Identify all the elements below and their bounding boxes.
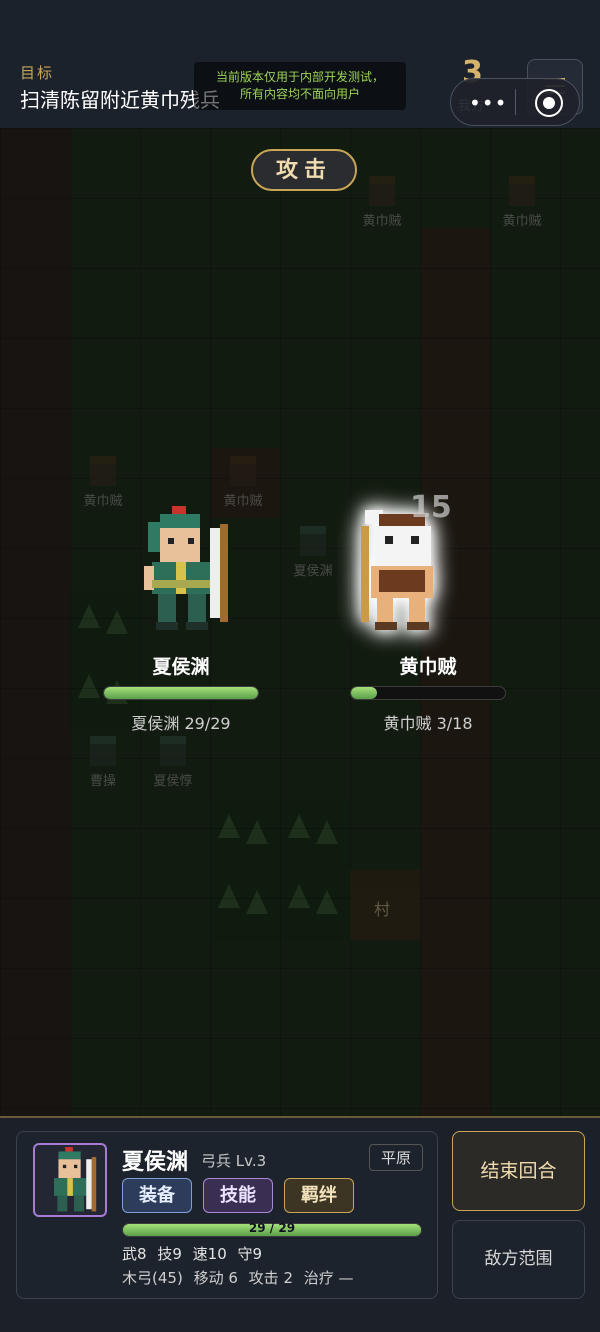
- attacker-hp-fill: [104, 687, 258, 699]
- end-turn-button[interactable]: 结束回合: [452, 1131, 585, 1211]
- info-move: 移动 6: [193, 1269, 238, 1287]
- close-target-icon[interactable]: [535, 89, 563, 117]
- stat-ji: 技9: [157, 1245, 182, 1263]
- bond-button[interactable]: 羁绊: [284, 1178, 354, 1213]
- unit-portrait[interactable]: [33, 1143, 107, 1217]
- enemy-range-button[interactable]: 敌方范围: [452, 1220, 585, 1299]
- attacker-hp-text: 夏侯渊 29/29: [131, 714, 231, 733]
- unit-stats: 武8 技9 速10 守9: [122, 1243, 268, 1264]
- mini-program-capsule: •••: [450, 78, 580, 126]
- unit-class-level: 弓兵 Lv.3: [201, 1152, 267, 1170]
- dev-notice-line2: 所有内容均不面向用户: [239, 87, 360, 101]
- goal-label: 目标: [20, 64, 55, 82]
- info-attack: 攻击 2: [248, 1269, 293, 1287]
- stat-shou: 守9: [237, 1245, 263, 1263]
- top-bar: 目标 扫清陈留附近黄巾残兵 当前版本仅用于内部开发测试， 所有内容均不面向用户 …: [0, 0, 600, 128]
- capsule-divider: [515, 89, 516, 115]
- unit-portrait-sprite: [54, 1147, 97, 1212]
- battle-overlay: [0, 128, 600, 1116]
- attacker-name: 夏侯渊: [152, 656, 210, 678]
- defender-hp-fill: [351, 687, 377, 699]
- info-heal: 治疗 —: [303, 1269, 354, 1287]
- info-weapon: 木弓(45): [122, 1269, 183, 1287]
- stat-su: 速10: [192, 1245, 227, 1263]
- attacker-hp-bar: [103, 686, 259, 700]
- more-options-icon[interactable]: •••: [469, 91, 507, 115]
- battle-map[interactable]: 村 黄巾贼 黄巾贼 黄巾贼 黄巾贼 夏侯渊 曹操 夏侯惇 攻击 15 夏侯渊 夏…: [0, 128, 600, 1118]
- terrain-badge: 平原: [369, 1144, 423, 1171]
- skill-button[interactable]: 技能: [203, 1178, 273, 1213]
- stat-wu: 武8: [122, 1245, 147, 1263]
- defender-name: 黄巾贼: [399, 656, 457, 678]
- defender-hp-bar: [350, 686, 506, 700]
- dev-notice-line1: 当前版本仅用于内部开发测试，: [215, 70, 384, 84]
- defender-hp-text: 黄巾贼 3/18: [383, 714, 473, 733]
- unit-info: 木弓(45) 移动 6 攻击 2 治疗 —: [122, 1267, 360, 1288]
- unit-info-panel: 夏侯渊 弓兵 Lv.3 平原 装备 技能 羁绊 29 / 29 武8 技9 速1…: [16, 1131, 438, 1299]
- unit-hp-text: 29 / 29: [248, 1221, 296, 1235]
- goal-text: 扫清陈留附近黄巾残兵: [20, 88, 220, 112]
- unit-name: 夏侯渊: [122, 1150, 189, 1175]
- attacker-sprite: [144, 506, 228, 630]
- equip-button[interactable]: 装备: [122, 1178, 192, 1213]
- dev-notice: 当前版本仅用于内部开发测试， 所有内容均不面向用户: [194, 62, 406, 110]
- damage-number: 15: [410, 490, 452, 525]
- attack-badge: 攻击: [251, 149, 357, 191]
